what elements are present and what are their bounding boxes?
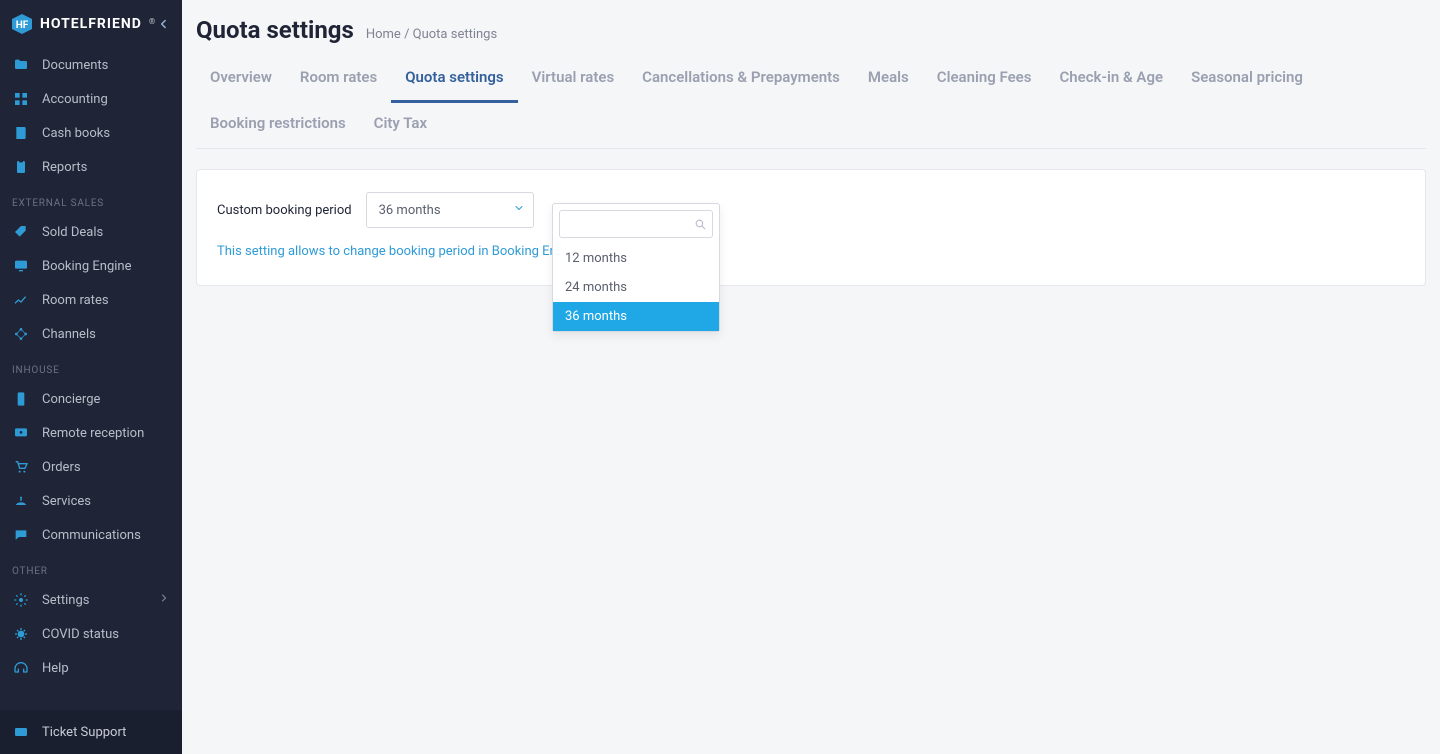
reception-icon — [12, 424, 30, 442]
sidebar-item-room-rates[interactable]: Room rates — [0, 283, 182, 317]
tab-overview[interactable]: Overview — [196, 56, 286, 103]
sidebar-item-sold-deals[interactable]: Sold Deals — [0, 215, 182, 249]
headset-icon — [12, 659, 30, 677]
dropdown-search-input[interactable] — [559, 210, 713, 238]
sidebar-item-label: Concierge — [42, 392, 100, 407]
sidebar-section-header: OTHER — [0, 552, 182, 583]
booking-period-select[interactable]: 36 months — [366, 192, 534, 228]
sidebar-item-accounting[interactable]: Accounting — [0, 82, 182, 116]
sidebar-footer-item[interactable]: Ticket Support — [0, 710, 182, 754]
tabs-bar: OverviewRoom ratesQuota settingsVirtual … — [196, 56, 1426, 149]
sidebar-section-header: EXTERNAL SALES — [0, 184, 182, 215]
sidebar-item-label: Help — [42, 661, 69, 676]
gear-icon — [12, 591, 30, 609]
dropdown-option[interactable]: 24 months — [553, 273, 719, 302]
sidebar-item-covid-status[interactable]: COVID status — [0, 617, 182, 651]
dropdown-option[interactable]: 36 months — [553, 302, 719, 331]
booking-period-dropdown: 12 months24 months36 months — [552, 203, 720, 332]
phone-icon — [12, 390, 30, 408]
sidebar-item-label: COVID status — [42, 627, 119, 642]
book-icon — [12, 124, 30, 142]
sidebar-item-label: Documents — [42, 58, 108, 73]
page-title: Quota settings — [196, 16, 354, 44]
folder-icon — [12, 56, 30, 74]
sidebar-item-label: Settings — [42, 593, 89, 608]
tab-seasonal-pricing[interactable]: Seasonal pricing — [1177, 56, 1317, 103]
chevron-down-icon — [513, 202, 525, 218]
sidebar-item-cash-books[interactable]: Cash books — [0, 116, 182, 150]
sidebar-header: HF HOTELFRIEND ® — [0, 0, 182, 48]
tab-cleaning-fees[interactable]: Cleaning Fees — [923, 56, 1046, 103]
sidebar-item-channels[interactable]: Channels — [0, 317, 182, 351]
chart-icon — [12, 291, 30, 309]
ticket-icon — [12, 723, 30, 741]
dropdown-option[interactable]: 12 months — [553, 244, 719, 273]
sidebar-nav: Documents Accounting Cash books Reports EXTE… — [0, 48, 182, 710]
sidebar-item-label: Orders — [42, 460, 81, 475]
main-content: Quota settings Home / Quota settings Ove… — [182, 0, 1440, 754]
sidebar-item-remote-reception[interactable]: Remote reception — [0, 416, 182, 450]
tab-meals[interactable]: Meals — [854, 56, 923, 103]
sidebar-item-label: Sold Deals — [42, 225, 103, 240]
sidebar-item-settings[interactable]: Settings — [0, 583, 182, 617]
brand-name: HOTELFRIEND — [40, 16, 142, 32]
breadcrumb-current: Quota settings — [413, 27, 498, 42]
sidebar-item-help[interactable]: Help — [0, 651, 182, 685]
monitor-icon — [12, 257, 30, 275]
sidebar-item-label: Channels — [42, 327, 96, 342]
sidebar-item-concierge[interactable]: Concierge — [0, 382, 182, 416]
sidebar-footer-label: Ticket Support — [42, 725, 126, 740]
tab-cancellations-prepayments[interactable]: Cancellations & Prepayments — [628, 56, 854, 103]
tab-virtual-rates[interactable]: Virtual rates — [518, 56, 629, 103]
tab-check-in-age[interactable]: Check-in & Age — [1045, 56, 1177, 103]
brand-mark-icon: HF — [10, 12, 34, 36]
sidebar-item-orders[interactable]: Orders — [0, 450, 182, 484]
field-label: Custom booking period — [217, 203, 352, 218]
settings-card: Custom booking period 36 months This set… — [196, 169, 1426, 286]
bell-icon — [12, 492, 30, 510]
chevron-right-icon — [158, 592, 170, 608]
sidebar-item-label: Room rates — [42, 293, 109, 308]
breadcrumb: Home / Quota settings — [366, 27, 497, 42]
brand-logo[interactable]: HF HOTELFRIEND ® — [10, 12, 155, 36]
tag-icon — [12, 223, 30, 241]
select-value: 36 months — [379, 203, 441, 218]
sidebar-item-communications[interactable]: Communications — [0, 518, 182, 552]
sidebar-item-label: Communications — [42, 528, 141, 543]
field-row: Custom booking period 36 months — [217, 192, 1405, 228]
tab-quota-settings[interactable]: Quota settings — [391, 56, 517, 103]
breadcrumb-home[interactable]: Home — [366, 27, 401, 42]
tab-booking-restrictions[interactable]: Booking restrictions — [196, 102, 360, 149]
sidebar-item-documents[interactable]: Documents — [0, 48, 182, 82]
sidebar-item-label: Remote reception — [42, 426, 144, 441]
sidebar-item-label: Cash books — [42, 126, 110, 141]
sidebar-item-label: Booking Engine — [42, 259, 131, 274]
breadcrumb-sep: / — [404, 27, 413, 42]
grid-icon — [12, 90, 30, 108]
field-helper-text: This setting allows to change booking pe… — [217, 244, 1405, 259]
svg-text:HF: HF — [16, 20, 29, 31]
nodes-icon — [12, 325, 30, 343]
collapse-sidebar-button[interactable] — [155, 14, 172, 34]
cart-icon — [12, 458, 30, 476]
chat-icon — [12, 526, 30, 544]
sidebar-item-reports[interactable]: Reports — [0, 150, 182, 184]
page-header: Quota settings Home / Quota settings — [196, 16, 1426, 44]
sidebar-section-header: INHOUSE — [0, 351, 182, 382]
sidebar-item-label: Reports — [42, 160, 87, 175]
sidebar: HF HOTELFRIEND ® Documents Accounting Cash… — [0, 0, 182, 754]
virus-icon — [12, 625, 30, 643]
sidebar-item-label: Services — [42, 494, 91, 509]
sidebar-item-label: Accounting — [42, 92, 108, 107]
sidebar-item-services[interactable]: Services — [0, 484, 182, 518]
clipboard-icon — [12, 158, 30, 176]
tab-room-rates[interactable]: Room rates — [286, 56, 391, 103]
tab-city-tax[interactable]: City Tax — [360, 102, 441, 149]
sidebar-item-booking-engine[interactable]: Booking Engine — [0, 249, 182, 283]
